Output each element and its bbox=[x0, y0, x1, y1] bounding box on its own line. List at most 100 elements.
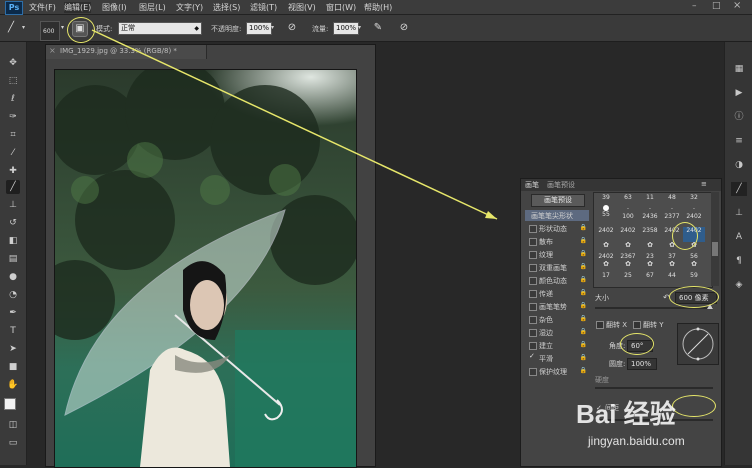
minimize-icon[interactable]: – bbox=[692, 1, 697, 11]
brush-tip[interactable]: 59 bbox=[683, 272, 705, 287]
angle-roundness-widget[interactable] bbox=[677, 323, 719, 365]
brush-tip[interactable]: 23 ✿ bbox=[639, 253, 661, 268]
menu-file[interactable]: 文件(F) bbox=[29, 2, 56, 13]
image-canvas[interactable] bbox=[54, 69, 357, 468]
paragraph-panel-icon[interactable]: ¶ bbox=[731, 254, 747, 268]
foreground-color-swatch[interactable] bbox=[4, 398, 16, 410]
history-panel-icon[interactable]: ▦ bbox=[731, 62, 747, 76]
brush-size-preview[interactable]: 600 bbox=[40, 21, 60, 41]
brush-tip[interactable]: 55 bbox=[595, 205, 617, 220]
panel-menu-icon[interactable]: ≡ bbox=[701, 180, 707, 188]
brush-tip[interactable]: · 2436 bbox=[639, 205, 661, 220]
menu-filter[interactable]: 滤镜(T) bbox=[250, 2, 277, 13]
grid-scrollbar[interactable] bbox=[711, 192, 719, 286]
document-tab[interactable]: × IMG_1929.jpg @ 33.3% (RGB/8) * bbox=[46, 45, 207, 59]
adjustments-panel-icon[interactable]: ◑ bbox=[731, 158, 747, 172]
menu-window[interactable]: 窗口(W) bbox=[326, 2, 356, 13]
tool-preset-arrow-icon[interactable]: ▾ bbox=[22, 24, 25, 31]
brush-tip[interactable]: 2402 bbox=[595, 227, 617, 242]
crop-tool-icon[interactable]: ⌗ bbox=[6, 128, 20, 142]
close-icon[interactable]: × bbox=[733, 0, 741, 11]
blur-icon[interactable]: ● bbox=[6, 270, 20, 284]
brush-tip[interactable]: · 100 bbox=[617, 205, 639, 220]
brush-tip[interactable]: 2367 ✿ bbox=[617, 253, 639, 268]
option-build-up[interactable]: 建立 🔒 bbox=[525, 340, 589, 351]
screen-mode-icon[interactable]: ▭ bbox=[6, 436, 20, 450]
dodge-icon[interactable]: ◔ bbox=[6, 288, 20, 302]
brush-tool-icon[interactable]: ╱ bbox=[4, 21, 18, 35]
menu-image[interactable]: 图像(I) bbox=[102, 2, 127, 13]
brush-picker-arrow-icon[interactable]: ▾ bbox=[61, 24, 64, 31]
type-icon[interactable]: T bbox=[6, 324, 20, 338]
document-tab-close-icon[interactable]: × bbox=[49, 46, 56, 55]
path-select-icon[interactable]: ➤ bbox=[6, 342, 20, 356]
brush-tip[interactable]: 56 ✿ bbox=[683, 253, 705, 268]
history-brush-icon[interactable]: ↺ bbox=[6, 216, 20, 230]
brush-presets-button[interactable]: 画笔预设 bbox=[531, 194, 585, 207]
option-brush-tip-shape[interactable]: 画笔笔尖形状 bbox=[525, 210, 589, 221]
option-dual-brush[interactable]: 双重画笔 🔒 bbox=[525, 262, 589, 273]
hardness-slider[interactable] bbox=[595, 387, 713, 389]
brush-tip[interactable]: · 2377 bbox=[661, 205, 683, 220]
tab-brush[interactable]: 画笔 bbox=[525, 180, 539, 190]
actions-panel-icon[interactable]: ▶ bbox=[731, 86, 747, 100]
eyedropper-icon[interactable]: ⁄ bbox=[6, 146, 20, 160]
option-transfer[interactable]: 传递 🔒 bbox=[525, 288, 589, 299]
marquee-tool-icon[interactable]: ⬚ bbox=[6, 74, 20, 88]
lasso-tool-icon[interactable]: ℓ bbox=[6, 92, 20, 106]
brush-tip[interactable]: 2358 bbox=[639, 227, 661, 242]
pressure-opacity-icon[interactable]: ⊘ bbox=[285, 21, 299, 35]
stamp-icon[interactable]: ⊥ bbox=[6, 198, 20, 212]
shape-icon[interactable]: ■ bbox=[6, 360, 20, 374]
flow-arrow-icon[interactable]: ▾ bbox=[358, 24, 361, 31]
opacity-input[interactable]: 100% bbox=[246, 22, 272, 35]
character-panel-icon[interactable]: A bbox=[731, 230, 747, 244]
option-color-dynamics[interactable]: 颜色动态 🔒 bbox=[525, 275, 589, 286]
option-scattering[interactable]: 散布 🔒 bbox=[525, 236, 589, 247]
option-brush-pose[interactable]: 画笔笔势 🔒 bbox=[525, 301, 589, 312]
menu-type[interactable]: 文字(Y) bbox=[176, 2, 203, 13]
pen-icon[interactable]: ✒ bbox=[6, 306, 20, 320]
quick-select-icon[interactable]: ✑ bbox=[6, 110, 20, 124]
heal-icon[interactable]: ✚ bbox=[6, 164, 20, 178]
clone-source-panel-icon[interactable]: ⊥ bbox=[731, 206, 747, 220]
option-noise[interactable]: 杂色 🔒 bbox=[525, 314, 589, 325]
info-panel-icon[interactable]: ⓘ bbox=[731, 110, 747, 124]
hand-icon[interactable]: ✋ bbox=[6, 378, 20, 392]
properties-panel-icon[interactable]: ≡ bbox=[731, 134, 747, 148]
menu-layer[interactable]: 图层(L) bbox=[139, 2, 166, 13]
tab-brush-presets[interactable]: 画笔预设 bbox=[547, 180, 575, 190]
roundness-input[interactable]: 100% bbox=[627, 358, 657, 370]
layers-panel-icon[interactable]: ◈ bbox=[731, 278, 747, 292]
option-shape-dynamics[interactable]: 形状动态 🔒 bbox=[525, 223, 589, 234]
option-smoothing[interactable]: ✓ 平滑 🔒 bbox=[525, 352, 589, 364]
pressure-size-icon[interactable]: ⊘ bbox=[397, 21, 411, 35]
mode-select[interactable]: 正常 ◆ bbox=[118, 22, 202, 35]
quick-mask-icon[interactable]: ◫ bbox=[6, 418, 20, 432]
maximize-icon[interactable]: □ bbox=[712, 1, 721, 11]
option-texture[interactable]: 纹理 🔒 bbox=[525, 249, 589, 260]
flip-x-checkbox[interactable] bbox=[596, 321, 604, 329]
eraser-icon[interactable]: ◧ bbox=[6, 234, 20, 248]
brush-tip[interactable]: 44 bbox=[661, 272, 683, 287]
flip-y-checkbox[interactable] bbox=[633, 321, 641, 329]
menu-help[interactable]: 帮助(H) bbox=[364, 2, 392, 13]
gradient-icon[interactable]: ▤ bbox=[6, 252, 20, 266]
brush-tip[interactable]: 2402 ✿ bbox=[595, 253, 617, 268]
option-protect-texture[interactable]: 保护纹理 🔒 bbox=[525, 366, 589, 377]
menu-view[interactable]: 视图(V) bbox=[288, 2, 316, 13]
option-wet-edges[interactable]: 湿边 🔒 bbox=[525, 327, 589, 338]
flow-input[interactable]: 100% bbox=[333, 22, 359, 35]
airbrush-icon[interactable]: ✎ bbox=[371, 21, 385, 35]
move-tool-icon[interactable]: ✥ bbox=[6, 56, 20, 70]
brush-tip[interactable]: 2402 bbox=[617, 227, 639, 242]
brush-tip[interactable]: 25 bbox=[617, 272, 639, 287]
brush-tip[interactable]: 17 bbox=[595, 272, 617, 287]
menu-select[interactable]: 选择(S) bbox=[213, 2, 240, 13]
brush-panel-icon[interactable]: ╱ bbox=[731, 182, 747, 196]
brush-tip[interactable]: 37 ✿ bbox=[661, 253, 683, 268]
opacity-arrow-icon[interactable]: ▾ bbox=[271, 24, 274, 31]
brush-tip[interactable]: 67 bbox=[639, 272, 661, 287]
brush-tip[interactable]: · 2402 bbox=[683, 205, 705, 220]
menu-edit[interactable]: 编辑(E) bbox=[64, 2, 92, 13]
